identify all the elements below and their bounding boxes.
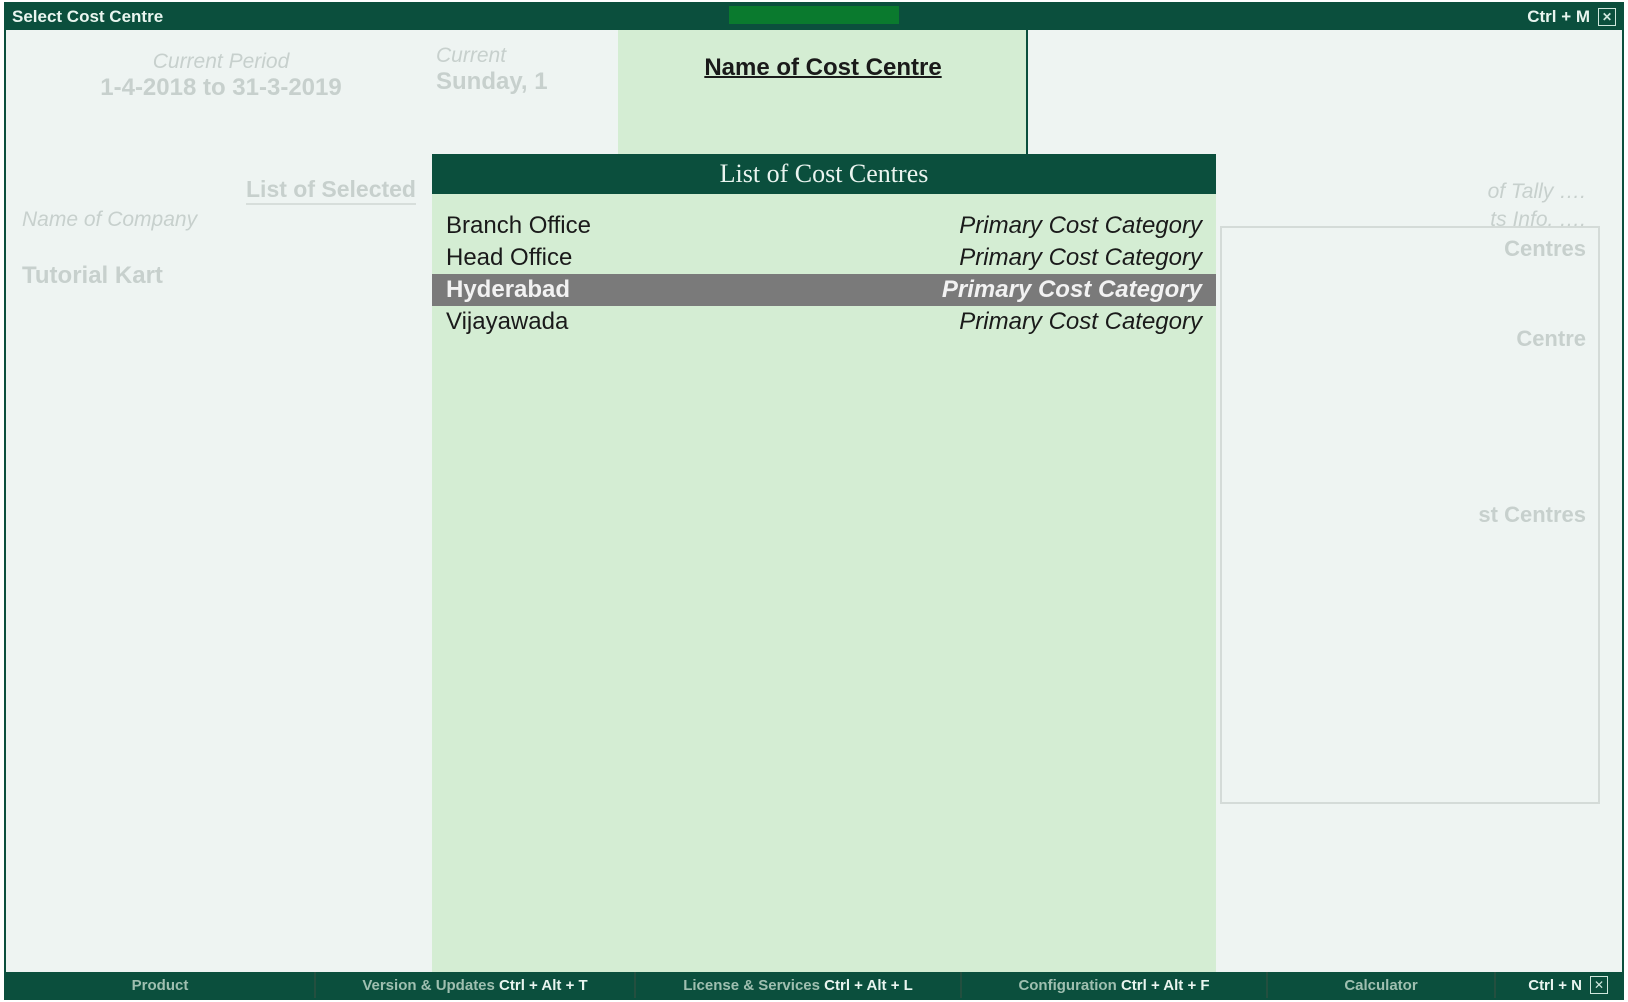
current-period-value: 1-4-2018 to 31-3-2019 xyxy=(22,74,420,102)
list-item-name: Branch Office xyxy=(446,212,591,240)
list-item-name: Hyderabad xyxy=(446,276,570,304)
list-item[interactable]: Branch Office Primary Cost Category xyxy=(432,210,1216,242)
list-item-category: Primary Cost Category xyxy=(959,244,1202,272)
bottombar-config-shortcut: Ctrl + Alt + F xyxy=(1121,977,1210,994)
bottombar-close-icon[interactable]: ✕ xyxy=(1590,976,1608,994)
list-item[interactable]: Head Office Primary Cost Category xyxy=(432,242,1216,274)
list-item-category: Primary Cost Category xyxy=(959,212,1202,240)
list-item-category: Primary Cost Category xyxy=(959,308,1202,336)
titlebar: Select Cost Centre Ctrl + M ✕ xyxy=(6,4,1622,30)
bottombar-calculator[interactable]: Calculator xyxy=(1268,972,1496,998)
bottombar: Product Version & Updates Ctrl + Alt + T… xyxy=(6,972,1622,998)
bottombar-ctrl-n[interactable]: Ctrl + N ✕ xyxy=(1496,972,1622,998)
bottombar-calculator-label: Calculator xyxy=(1344,977,1417,994)
bottombar-product-label: Product xyxy=(132,977,189,994)
list-item[interactable]: Vijayawada Primary Cost Category xyxy=(432,306,1216,338)
bottombar-license-label: License & Services xyxy=(683,977,820,994)
list-panel-title: List of Cost Centres xyxy=(432,154,1216,194)
bottombar-config-label: Configuration xyxy=(1018,977,1116,994)
titlebar-title: Select Cost Centre xyxy=(12,7,163,27)
popup-header-box: Name of Cost Centre xyxy=(618,30,1028,154)
list-item[interactable]: Hyderabad Primary Cost Category xyxy=(432,274,1216,306)
list-item-name: Vijayawada xyxy=(446,308,568,336)
bg-right-panel xyxy=(1220,226,1600,804)
bg-right-text-1: of Tally …. xyxy=(1488,180,1586,204)
bg-company-name: Tutorial Kart xyxy=(22,262,163,290)
list-item-category: Primary Cost Category xyxy=(942,276,1202,304)
bg-name-of-company-label: Name of Company xyxy=(22,208,197,232)
list-item-name: Head Office xyxy=(446,244,572,272)
popup-header-title: Name of Cost Centre xyxy=(704,54,941,82)
current-period-label: Current Period xyxy=(22,50,420,74)
bg-list-heading: List of Selected xyxy=(246,176,416,205)
titlebar-shortcut: Ctrl + M xyxy=(1527,7,1590,27)
title-accent-strip xyxy=(729,6,899,24)
bottombar-license-shortcut: Ctrl + Alt + L xyxy=(824,977,913,994)
bottombar-version[interactable]: Version & Updates Ctrl + Alt + T xyxy=(316,972,636,998)
bottombar-license[interactable]: License & Services Ctrl + Alt + L xyxy=(636,972,962,998)
cost-centre-list-panel: List of Cost Centres Branch Office Primar… xyxy=(432,154,1216,972)
list-body: Branch OfficePrimary Cost CategoryHead O… xyxy=(432,194,1216,338)
bottombar-config[interactable]: Configuration Ctrl + Alt + F xyxy=(962,972,1268,998)
close-icon[interactable]: ✕ xyxy=(1598,8,1616,26)
bottombar-ctrl-n-label: Ctrl + N xyxy=(1528,977,1582,994)
bottombar-version-label: Version & Updates xyxy=(362,977,495,994)
app-frame: Select Cost Centre Ctrl + M ✕ Current Pe… xyxy=(4,2,1624,1000)
bottombar-product[interactable]: Product xyxy=(6,972,316,998)
bottombar-version-shortcut: Ctrl + Alt + T xyxy=(499,977,588,994)
